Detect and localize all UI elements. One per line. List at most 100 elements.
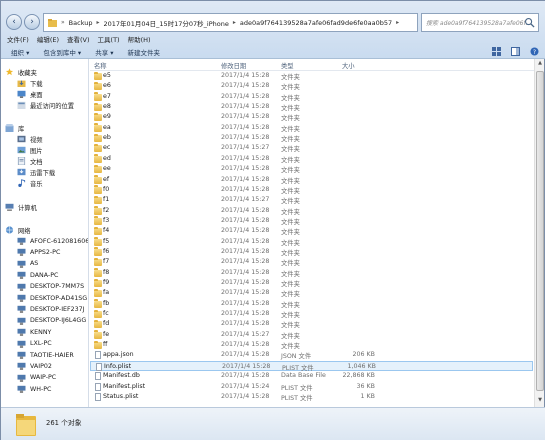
breadcrumb-current-folder[interactable]: ade0a9f764139528a7afe06fad9de6fe0aa0b57: [240, 19, 392, 27]
menu-help[interactable]: 帮助(H): [128, 34, 151, 45]
folder-icon: [94, 216, 102, 225]
help-button[interactable]: ?: [529, 46, 540, 57]
folder-row[interactable]: f6 2017/1/4 15:28 文件夹: [90, 247, 533, 257]
nav-item-videos[interactable]: 视频: [17, 134, 43, 144]
column-name[interactable]: 名称: [94, 61, 107, 70]
file-list-scrollbar[interactable]: ▲ ▼: [534, 59, 544, 407]
nav-item-network-computer[interactable]: VAIP02: [17, 361, 52, 371]
folder-row[interactable]: ea 2017/1/4 15:28 文件夹: [90, 123, 533, 133]
nav-item-network-computer[interactable]: DESKTOP-IEF237J: [17, 304, 85, 314]
folder-row[interactable]: f5 2017/1/4 15:28 文件夹: [90, 237, 533, 247]
search-input[interactable]: 搜索 ade0a9f764139528a7afe06f...: [421, 13, 539, 32]
folder-row[interactable]: e9 2017/1/4 15:28 文件夹: [90, 112, 533, 122]
folder-icon: [94, 340, 102, 350]
nav-item-pictures[interactable]: 图片: [17, 145, 43, 155]
breadcrumb-backup[interactable]: Backup: [69, 19, 93, 27]
nav-favorites[interactable]: 收藏夹: [5, 67, 37, 77]
nav-network[interactable]: 网络: [5, 225, 31, 235]
scrollbar-thumb[interactable]: [536, 71, 544, 391]
nav-computer[interactable]: 计算机: [5, 202, 37, 212]
folder-row[interactable]: f3 2017/1/4 15:28 文件夹: [90, 216, 533, 226]
organize-button[interactable]: 组织 ▾: [11, 47, 29, 57]
nav-item-recent[interactable]: 最近访问的位置: [17, 100, 74, 110]
menu-view[interactable]: 查看(V): [67, 34, 90, 45]
folder-row[interactable]: ed 2017/1/4 15:28 文件夹: [90, 154, 533, 164]
folder-row[interactable]: fb 2017/1/4 15:28 文件夹: [90, 299, 533, 309]
preview-pane-button[interactable]: [510, 46, 521, 57]
file-name: e9: [103, 113, 111, 121]
nav-item-downloads[interactable]: 下载: [17, 78, 43, 88]
forward-button[interactable]: ›: [24, 14, 40, 30]
breadcrumb-separator[interactable]: ▸: [396, 19, 399, 26]
nav-item-network-computer[interactable]: AS: [17, 259, 38, 269]
folder-row[interactable]: ec 2017/1/4 15:27 文件夹: [90, 143, 533, 153]
scroll-down-arrow[interactable]: ▼: [536, 397, 544, 405]
breadcrumb-separator[interactable]: ▸: [233, 19, 236, 26]
folder-row[interactable]: fc 2017/1/4 15:28 文件夹: [90, 309, 533, 319]
folder-row[interactable]: f8 2017/1/4 15:28 文件夹: [90, 268, 533, 278]
file-name: f0: [103, 185, 110, 193]
menu-file[interactable]: 文件(F): [7, 34, 29, 45]
change-view-button[interactable]: [491, 46, 502, 57]
folder-row[interactable]: e5 2017/1/4 15:28 文件夹: [90, 71, 533, 81]
column-size[interactable]: 大小: [342, 61, 355, 70]
folder-row[interactable]: f9 2017/1/4 15:28 文件夹: [90, 278, 533, 288]
nav-item-network-computer[interactable]: WAIP-PC: [17, 373, 56, 383]
folder-row[interactable]: ee 2017/1/4 15:28 文件夹: [90, 164, 533, 174]
file-date-modified: 2017/1/4 15:28: [221, 216, 270, 224]
file-row[interactable]: Info.plist 2017/1/4 15:28 PLIST 文件 1,046 KB: [90, 360, 533, 372]
back-button[interactable]: ‹: [6, 14, 22, 30]
nav-item-network-computer[interactable]: TAOTIE-HAIER: [17, 350, 74, 360]
nav-item-network-computer[interactable]: APPS2-PC: [17, 247, 60, 257]
scroll-up-arrow[interactable]: ▲: [536, 60, 544, 68]
nav-item-network-computer[interactable]: DANA-PC: [17, 270, 58, 280]
file-row[interactable]: Manifest.db 2017/1/4 15:28 Data Base File 2…: [90, 371, 533, 381]
column-date-modified[interactable]: 修改日期: [221, 61, 246, 70]
nav-item-network-computer[interactable]: AFOFC-612081606: [17, 236, 89, 246]
folder-row[interactable]: f7 2017/1/4 15:28 文件夹: [90, 257, 533, 267]
nav-item-desktop[interactable]: 桌面: [17, 89, 43, 99]
folder-row[interactable]: eb 2017/1/4 15:28 文件夹: [90, 133, 533, 143]
folder-row[interactable]: f4 2017/1/4 15:28 文件夹: [90, 226, 533, 236]
share-button[interactable]: 共享 ▾: [95, 47, 113, 57]
file-row[interactable]: Status.plist 2017/1/4 15:28 PLIST 文件 1 KB: [90, 392, 533, 402]
folder-row[interactable]: ff 2017/1/4 15:28 文件夹: [90, 340, 533, 350]
download-folder-icon: [17, 80, 26, 87]
new-folder-button[interactable]: 新建文件夹: [128, 47, 161, 57]
nav-item-label: AFOFC-612081606: [30, 237, 89, 245]
nav-item-network-computer[interactable]: DESKTOP-AD41SG: [17, 293, 87, 303]
address-bar[interactable]: » Backup ▸ 2017年01月04日_15时17分07秒_iPhone …: [43, 13, 418, 32]
file-type: 文件夹: [281, 301, 300, 309]
nav-item-documents[interactable]: 文档: [17, 156, 43, 166]
file-row[interactable]: appa.json 2017/1/4 15:28 JSON 文件 206 KB: [90, 350, 533, 360]
nav-libraries[interactable]: 库: [5, 123, 24, 133]
folder-row[interactable]: fe 2017/1/4 15:27 文件夹: [90, 330, 533, 340]
command-bar: 组织 ▾ 包含到库中 ▾ 共享 ▾ 新建文件夹: [1, 45, 545, 59]
file-row[interactable]: Manifest.plist 2017/1/4 15:24 PLIST 文件 36 K…: [90, 382, 533, 392]
include-in-library-button[interactable]: 包含到库中 ▾: [43, 47, 81, 57]
column-type[interactable]: 类型: [281, 61, 294, 70]
folder-row[interactable]: e6 2017/1/4 15:28 文件夹: [90, 81, 533, 91]
folder-row[interactable]: e7 2017/1/4 15:28 文件夹: [90, 92, 533, 102]
folder-row[interactable]: f2 2017/1/4 15:28 文件夹: [90, 206, 533, 216]
folder-row[interactable]: fd 2017/1/4 15:28 文件夹: [90, 319, 533, 329]
nav-item-network-computer[interactable]: DESKTOP-IJ6L4GG: [17, 316, 86, 326]
folder-row[interactable]: fa 2017/1/4 15:28 文件夹: [90, 288, 533, 298]
nav-item-music[interactable]: 音乐: [17, 178, 43, 188]
folder-row[interactable]: f0 2017/1/4 15:28 文件夹: [90, 185, 533, 195]
nav-item-network-computer[interactable]: LXL-PC: [17, 339, 52, 349]
breadcrumb-separator[interactable]: ▸: [97, 19, 100, 26]
menu-edit[interactable]: 编辑(E): [37, 34, 59, 45]
folder-row[interactable]: ef 2017/1/4 15:28 文件夹: [90, 175, 533, 185]
nav-item-network-computer[interactable]: KENNY: [17, 327, 51, 337]
menu-tools[interactable]: 工具(T): [98, 34, 120, 45]
nav-item-network-computer[interactable]: DESKTOP-7MM7S: [17, 282, 84, 292]
nav-item-network-computer[interactable]: WH-PC: [17, 384, 51, 394]
nav-item-xunlei[interactable]: 迅雷下载: [17, 167, 55, 177]
breadcrumb-iphone-backup[interactable]: 2017年01月04日_15时17分07秒_iPhone: [104, 18, 229, 28]
file-type: 文件夹: [281, 167, 300, 175]
folder-row[interactable]: f1 2017/1/4 15:27 文件夹: [90, 195, 533, 205]
folder-icon: [94, 319, 102, 329]
file-type: 文件夹: [281, 270, 300, 278]
folder-row[interactable]: e8 2017/1/4 15:28 文件夹: [90, 102, 533, 112]
